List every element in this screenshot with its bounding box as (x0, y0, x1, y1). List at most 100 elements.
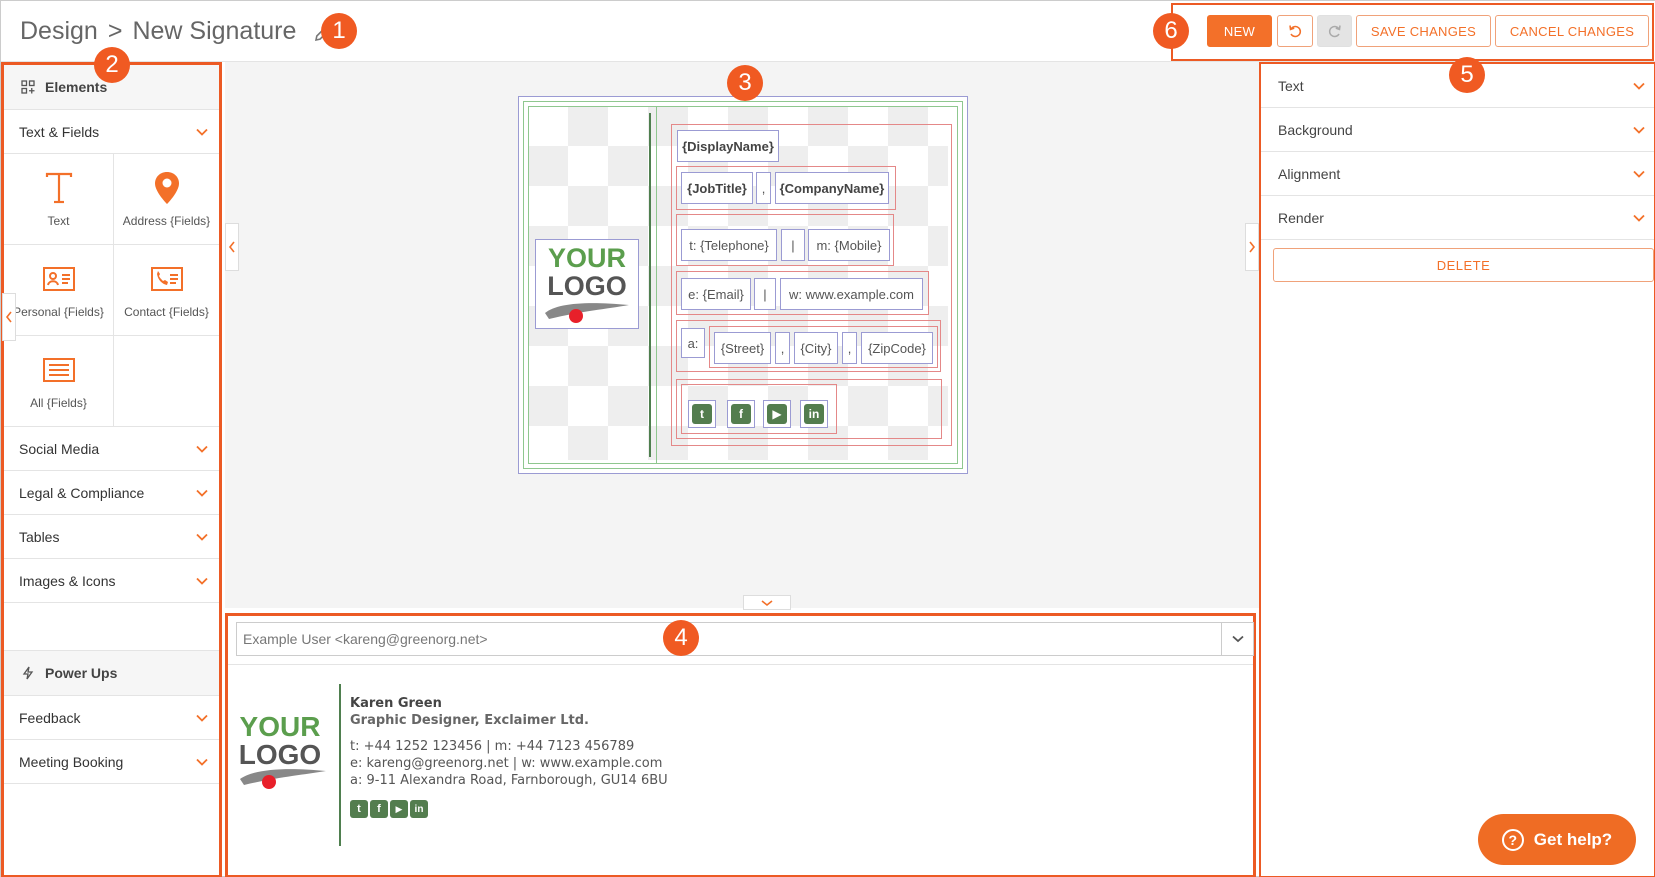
address-label[interactable]: a: (681, 328, 705, 358)
accordion-legal-compliance[interactable]: Legal & Compliance (4, 471, 219, 515)
svg-text:LOGO: LOGO (547, 271, 627, 301)
chevron-down-icon (1231, 635, 1244, 643)
accordion-feedback[interactable]: Feedback (4, 696, 219, 740)
divider-line[interactable] (649, 113, 651, 457)
your-logo-image: YOUR LOGO (545, 243, 629, 323)
tile-all-fields[interactable]: All {Fields} (4, 336, 114, 427)
chevron-down-icon (1633, 214, 1645, 222)
tile-address-fields[interactable]: Address {Fields} (114, 154, 219, 245)
chevron-down-icon (196, 533, 208, 541)
mobile-field[interactable]: m: {Mobile} (808, 229, 890, 261)
tile-personal-fields[interactable]: Personal {Fields} (4, 245, 114, 336)
canvas-left-collapse-tab[interactable] (225, 223, 239, 271)
id-card-icon (42, 267, 75, 291)
chevron-left-icon (5, 311, 12, 323)
comma-separator[interactable]: , (775, 332, 790, 364)
lightning-icon (22, 666, 34, 680)
logo-placeholder[interactable]: YOUR LOGO (535, 239, 639, 329)
preview-address: a: 9-11 Alexandra Road, Farnborough, GU1… (350, 773, 668, 788)
elements-sidebar: Elements Text & Fields Text Address {Fie… (1, 62, 222, 877)
youtube-icon[interactable]: ▶ (390, 800, 408, 818)
chevron-down-icon (196, 758, 208, 766)
preview-social-icons: t f ▶ in (350, 800, 428, 818)
signature-name: New Signature (132, 17, 297, 45)
youtube-button[interactable]: ▶ (763, 400, 791, 428)
preview-name: Karen Green (350, 696, 442, 711)
callout-badge-6: 6 (1153, 13, 1189, 49)
preview-email-web: e: kareng@greenorg.net | w: www.example.… (350, 756, 663, 771)
company-name-field[interactable]: {CompanyName} (775, 172, 889, 204)
sidebar-collapse-handle[interactable] (2, 293, 16, 341)
zip-code-field[interactable]: {ZipCode} (861, 332, 933, 364)
linkedin-icon[interactable]: in (410, 800, 428, 818)
preview-user-dropdown-button[interactable] (1222, 622, 1254, 656)
accordion-social-media[interactable]: Social Media (4, 427, 219, 471)
breadcrumb-parent[interactable]: Design (20, 17, 98, 46)
get-help-button[interactable]: ? Get help? (1478, 814, 1636, 865)
email-field[interactable]: e: {Email} (681, 278, 751, 310)
delete-button[interactable]: DELETE (1273, 248, 1654, 282)
linkedin-button[interactable]: in (800, 400, 828, 428)
telephone-field[interactable]: t: {Telephone} (681, 229, 777, 261)
powerups-heading: Power Ups (4, 651, 219, 696)
signature-editor: Design > New Signature NEW SAVE CHANGES … (0, 0, 1655, 877)
city-field[interactable]: {City} (794, 332, 838, 364)
facebook-icon[interactable]: f (370, 800, 388, 818)
redo-icon (1328, 25, 1341, 38)
preview-divider-line (339, 684, 341, 846)
signature-preview-panel: Example User <kareng@greenorg.net> YOUR … (225, 613, 1256, 877)
comma-separator[interactable]: , (842, 332, 857, 364)
display-name-field[interactable]: {DisplayName} (677, 130, 779, 162)
accordion-render[interactable]: Render (1261, 196, 1654, 240)
pipe-separator[interactable]: | (781, 229, 805, 261)
tile-contact-fields[interactable]: Contact {Fields} (114, 245, 219, 336)
preview-user-select[interactable]: Example User <kareng@greenorg.net> (236, 622, 1222, 656)
callout-badge-3: 3 (727, 65, 763, 101)
canvas-bottom-collapse-tab[interactable] (743, 595, 791, 610)
accordion-images-icons[interactable]: Images & Icons (4, 559, 219, 603)
question-icon: ? (1501, 828, 1524, 851)
twitter-button[interactable]: t (688, 400, 716, 428)
street-field[interactable]: {Street} (714, 332, 771, 364)
job-title-field[interactable]: {JobTitle} (681, 172, 753, 204)
page-title: Design > New Signature (20, 17, 336, 46)
chevron-left-icon (228, 241, 235, 253)
accordion-background[interactable]: Background (1261, 108, 1654, 152)
map-pin-icon (154, 172, 179, 204)
elements-grid-icon (21, 80, 35, 94)
redo-button[interactable] (1317, 15, 1352, 47)
canvas-right-collapse-tab[interactable] (1245, 223, 1259, 271)
facebook-icon: f (731, 404, 751, 424)
twitter-icon[interactable]: t (350, 800, 368, 818)
undo-icon (1289, 25, 1302, 38)
accordion-tables[interactable]: Tables (4, 515, 219, 559)
chevron-down-icon (761, 599, 773, 606)
preview-job: Graphic Designer, Exclaimer Ltd. (350, 713, 589, 728)
website-field[interactable]: w: www.example.com (780, 278, 923, 310)
contact-card-icon (150, 267, 183, 291)
breadcrumb-separator: > (107, 17, 123, 45)
chevron-down-icon (196, 445, 208, 453)
preview-divider (228, 664, 1253, 665)
cancel-changes-button[interactable]: CANCEL CHANGES (1495, 15, 1649, 47)
twitter-icon: t (692, 404, 712, 424)
chevron-down-icon (1633, 82, 1645, 90)
undo-button[interactable] (1277, 15, 1313, 47)
sidebar-spacer (4, 603, 219, 651)
accordion-text-fields[interactable]: Text & Fields (4, 110, 219, 154)
preview-phones: t: +44 1252 123456 | m: +44 7123 456789 (350, 739, 635, 754)
pipe-separator[interactable]: | (754, 278, 776, 310)
chevron-down-icon (1633, 126, 1645, 134)
field-tiles: Text Address {Fields} Personal {Fields} (4, 154, 219, 427)
save-changes-button[interactable]: SAVE CHANGES (1356, 15, 1491, 47)
comma-separator[interactable]: , (756, 172, 771, 204)
facebook-button[interactable]: f (727, 400, 755, 428)
accordion-alignment[interactable]: Alignment (1261, 152, 1654, 196)
tile-text[interactable]: Text (4, 154, 114, 245)
new-button[interactable]: NEW (1207, 15, 1272, 47)
chevron-down-icon (196, 714, 208, 722)
callout-badge-5: 5 (1449, 57, 1485, 93)
chevron-down-icon (1633, 170, 1645, 178)
accordion-meeting-booking[interactable]: Meeting Booking (4, 740, 219, 784)
chevron-down-icon (196, 577, 208, 585)
